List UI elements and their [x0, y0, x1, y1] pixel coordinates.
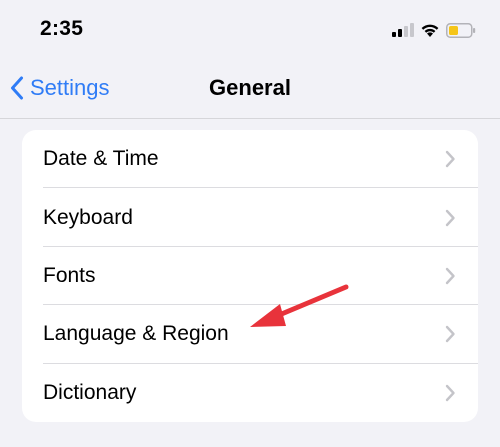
- list-item-label: Keyboard: [43, 205, 133, 229]
- battery-icon: [446, 22, 476, 38]
- chevron-right-icon: [445, 267, 455, 285]
- chevron-right-icon: [445, 209, 455, 226]
- list-item-label: Language & Region: [43, 322, 229, 346]
- list-item-label: Dictionary: [43, 380, 137, 404]
- status-time: 2:35: [40, 17, 84, 40]
- chevron-left-icon: [11, 76, 23, 100]
- back-button-label: Settings: [30, 75, 110, 100]
- list-item-label: Date & Time: [43, 147, 159, 171]
- list-item-fonts[interactable]: Fonts: [22, 247, 478, 306]
- list-item-label: Fonts: [43, 263, 96, 287]
- cellular-signal-icon: [392, 23, 414, 37]
- chevron-right-icon: [445, 326, 455, 343]
- chevron-right-icon: [445, 150, 455, 168]
- settings-list: Date & Time Keyboard Fonts Language & Re…: [22, 130, 478, 422]
- back-button[interactable]: Settings: [10, 73, 110, 103]
- status-icons: [392, 19, 476, 41]
- navigation-bar: General Settings: [0, 58, 500, 119]
- list-item-language-region[interactable]: Language & Region: [22, 305, 478, 364]
- list-item-date-time[interactable]: Date & Time: [22, 130, 478, 189]
- settings-general-screen: 2:35 General Settings Date & Time Keyboa…: [0, 0, 500, 447]
- list-item-keyboard[interactable]: Keyboard: [22, 188, 478, 247]
- chevron-right-icon: [445, 384, 455, 401]
- wifi-icon: [421, 24, 439, 37]
- status-bar: 2:35: [0, 0, 500, 58]
- list-item-dictionary[interactable]: Dictionary: [22, 364, 478, 422]
